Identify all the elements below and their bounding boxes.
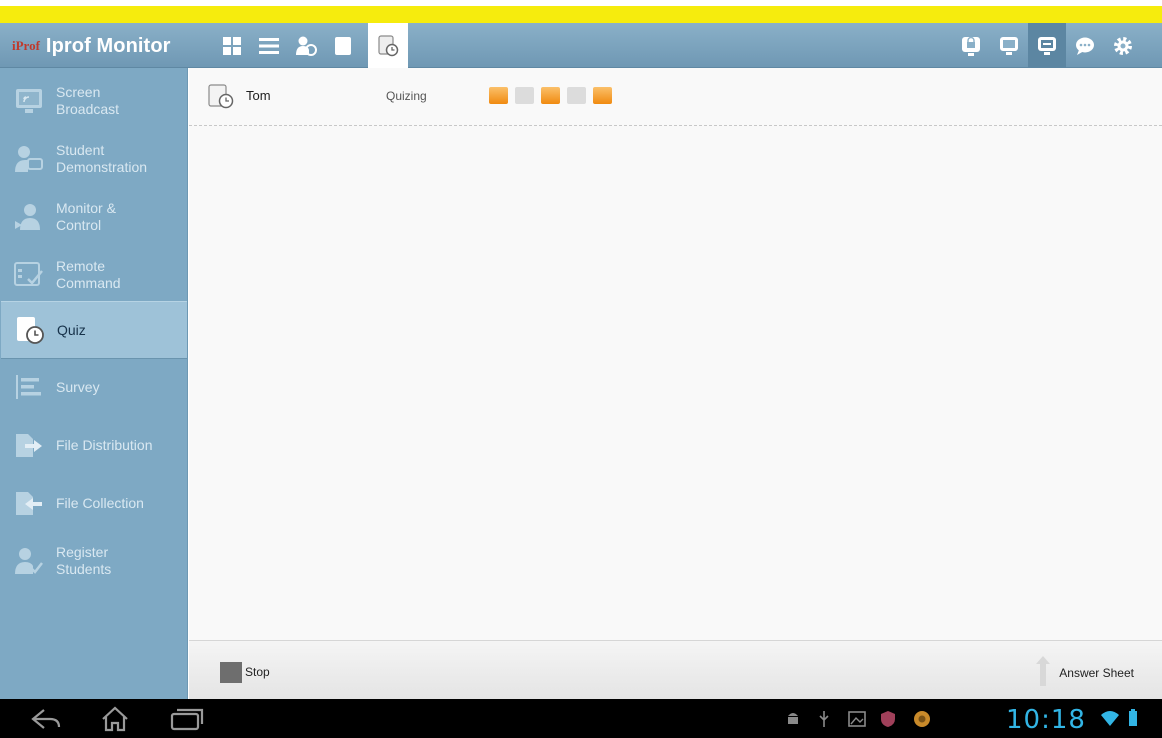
students-icon	[295, 36, 317, 56]
notification-bar	[0, 6, 1162, 23]
question-unanswered-indicator	[515, 87, 534, 104]
chat-icon	[1076, 37, 1094, 55]
status-clock: 10:18	[1006, 705, 1086, 735]
header-actions	[952, 23, 1142, 68]
monitor-control-icon	[14, 202, 44, 232]
chat-button[interactable]	[1066, 23, 1104, 68]
app-logo: iProf	[12, 38, 40, 53]
grid-view-icon	[222, 36, 241, 55]
file-collection-icon	[14, 488, 44, 518]
quiz-icon	[15, 315, 45, 345]
settings-icon	[1114, 36, 1132, 55]
list-view-button[interactable]	[250, 23, 287, 68]
monitor-icon	[1000, 36, 1018, 55]
screen-lock-icon	[962, 36, 980, 56]
survey-icon	[14, 372, 44, 402]
file-distribution-icon	[14, 430, 44, 460]
quiz-panel: Tom Quizing	[189, 68, 1162, 640]
stop-icon	[220, 661, 242, 683]
question-unanswered-indicator	[567, 87, 586, 104]
back-button[interactable]	[30, 706, 62, 732]
student-row[interactable]: Tom Quizing	[189, 68, 1162, 126]
screen-broadcast-icon	[14, 86, 44, 116]
quiz-icon	[208, 84, 236, 115]
students-button[interactable]	[287, 23, 324, 68]
screen-lock-button[interactable]	[952, 23, 990, 68]
shield-icon	[880, 710, 896, 728]
quiz-icon	[378, 34, 399, 56]
sidebar-item-file-distribution[interactable]: File Distribution	[0, 416, 188, 474]
sidebar-item-label: File Distribution	[56, 436, 153, 453]
blank-page-icon	[334, 36, 351, 55]
answer-sheet-button[interactable]: Answer Sheet	[1035, 653, 1134, 689]
blank-page-button[interactable]	[324, 23, 361, 68]
recent-apps-icon	[170, 708, 204, 731]
student-name: Tom	[246, 88, 271, 103]
sidebar-item-file-collection[interactable]: File Collection	[0, 474, 188, 532]
upload-arrow-icon	[1036, 656, 1051, 686]
sidebar-item-student-demonstration[interactable]: Student Demonstration	[0, 130, 188, 188]
android-debug-icon	[786, 710, 800, 728]
monitor-active-button[interactable]	[1028, 23, 1066, 68]
student-demonstration-icon	[14, 144, 44, 174]
home-icon	[102, 706, 128, 732]
sidebar-item-monitor-control[interactable]: Monitor & Control	[0, 188, 188, 246]
app-title: Iprof Monitor	[45, 34, 171, 57]
monitor-button[interactable]	[990, 23, 1028, 68]
sidebar-item-screen-broadcast[interactable]: Screen Broadcast	[0, 72, 188, 130]
stop-button[interactable]: Stop	[220, 661, 270, 683]
gallery-icon	[848, 710, 866, 728]
monitor-active-icon	[1038, 36, 1056, 55]
sidebar-item-label: File Collection	[56, 494, 144, 511]
sidebar-item-label: Remote Command	[56, 258, 121, 291]
recent-apps-button[interactable]	[170, 706, 204, 732]
view-toolbar	[213, 23, 408, 68]
register-students-icon	[14, 546, 44, 576]
sidebar-item-survey[interactable]: Survey	[0, 358, 188, 416]
quiz-status: Quizing	[386, 89, 427, 103]
grid-view-button[interactable]	[213, 23, 250, 68]
remote-command-icon	[14, 260, 44, 290]
question-progress	[489, 87, 612, 104]
app-notification-icon	[913, 710, 931, 728]
settings-button[interactable]	[1104, 23, 1142, 68]
sidebar-item-label: Screen Broadcast	[56, 84, 120, 117]
sidebar-item-label: Monitor & Control	[56, 200, 116, 233]
sidebar-item-label: Survey	[56, 378, 100, 395]
usb-icon	[818, 710, 830, 728]
answer-sheet-label: Answer Sheet	[1059, 666, 1134, 680]
system-navigation-bar: 10:18	[0, 699, 1162, 738]
sidebar-item-label: Student Demonstration	[56, 142, 148, 175]
action-bar: Stop Answer Sheet	[189, 640, 1162, 699]
sidebar-item-label: Register Students	[56, 544, 112, 577]
sidebar: Screen Broadcast Student Demonstration M…	[0, 68, 188, 699]
stop-label: Stop	[245, 665, 270, 679]
wifi-icon	[1100, 709, 1120, 727]
sidebar-item-label: Quiz	[57, 321, 86, 338]
battery-icon	[1128, 709, 1138, 727]
quiz-view-button[interactable]	[368, 23, 408, 68]
sidebar-item-register-students[interactable]: Register Students	[0, 532, 188, 590]
list-view-icon	[258, 37, 279, 54]
app-header: iProf Iprof Monitor	[0, 23, 1162, 68]
question-answered-indicator	[489, 87, 508, 104]
question-answered-indicator	[541, 87, 560, 104]
home-button[interactable]	[100, 706, 130, 732]
sidebar-item-remote-command[interactable]: Remote Command	[0, 246, 188, 304]
brand: iProf Iprof Monitor	[12, 32, 171, 60]
sidebar-item-quiz[interactable]: Quiz	[1, 301, 187, 359]
question-answered-indicator	[593, 87, 612, 104]
back-icon	[31, 709, 61, 729]
